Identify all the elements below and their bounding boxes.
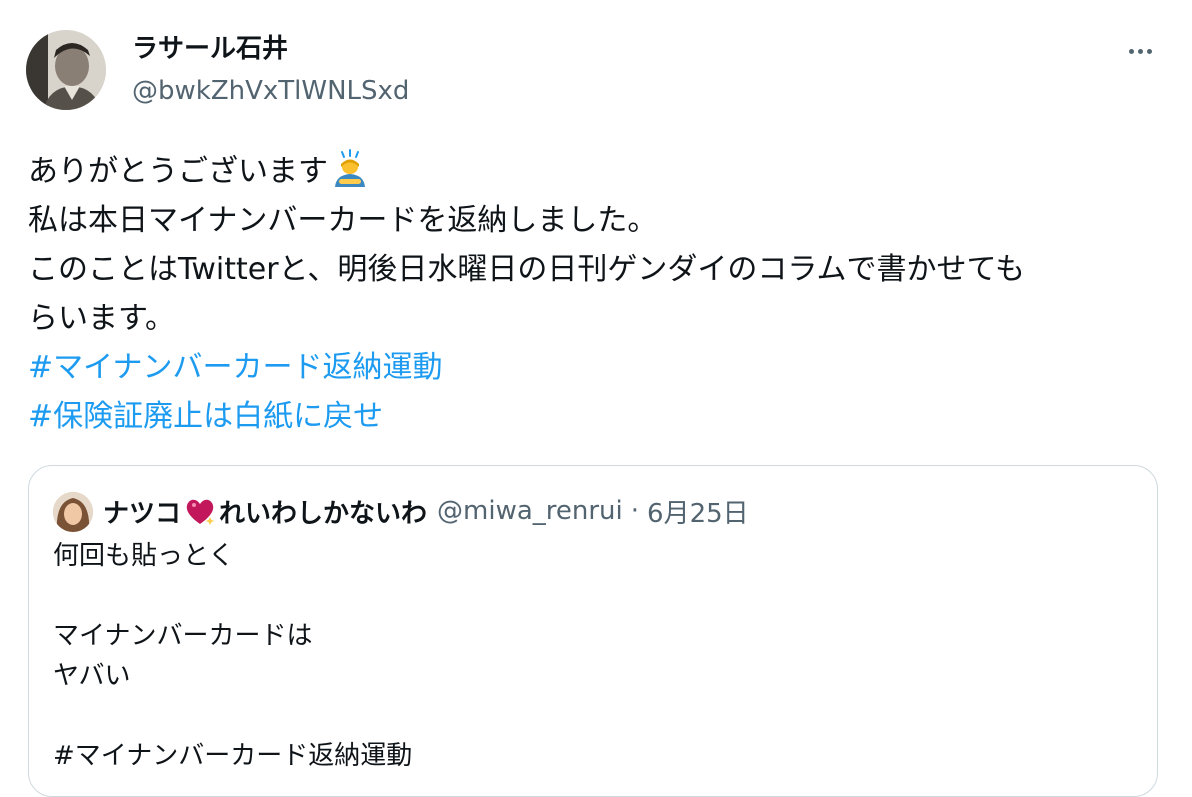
author-name[interactable]: ラサール石井 — [132, 32, 288, 66]
header-separator: · — [630, 496, 640, 526]
bowing-person-emoji-icon — [335, 149, 365, 187]
author-avatar[interactable] — [26, 30, 106, 110]
quoted-author-avatar[interactable] — [53, 492, 93, 532]
tweet-line: このことはTwitterと、明後日水曜日の日刊ゲンダイのコラムで書かせても — [28, 252, 1025, 287]
tweet-line: らいます。 — [28, 301, 175, 336]
tweet: ラサール石井 @bwkZhVxTlWNLSxd ありがとうございます 私は本日マ… — [0, 0, 1192, 797]
quoted-tweet[interactable]: ナツコ れいわしかないわ @miwa_renrui · 6月25日 何回も貼っと… — [28, 465, 1158, 797]
quoted-date[interactable]: 6月25日 — [647, 493, 749, 530]
quoted-header: ナツコ れいわしかないわ @miwa_renrui · 6月25日 — [103, 493, 749, 529]
more-horizontal-icon — [1128, 48, 1134, 54]
quoted-author-name-suffix[interactable]: れいわしかないわ — [219, 493, 427, 530]
more-options-button[interactable] — [1120, 34, 1160, 68]
sparkling-heart-icon — [186, 499, 215, 525]
tweet-line: ありがとうございます — [28, 147, 1168, 196]
author-handle[interactable]: @bwkZhVxTlWNLSxd — [132, 74, 409, 108]
quoted-author-handle[interactable]: @miwa_renrui — [437, 496, 623, 526]
tweet-line: 私は本日マイナンバーカードを返納しました。 — [28, 203, 658, 238]
tweet-text: ありがとうございます 私は本日マイナンバーカードを返納しました。 このことはTw… — [28, 147, 1168, 441]
quoted-line: ヤバい — [53, 661, 131, 691]
hashtag-link[interactable]: #保険証廃止は白紙に戻せ — [28, 392, 1168, 441]
tweet-line-text: ありがとうございます — [28, 154, 328, 189]
quoted-line — [53, 696, 1133, 736]
hashtag-link[interactable]: #マイナンバーカード返納運動 — [28, 343, 1168, 392]
quoted-line — [53, 576, 1133, 616]
quoted-text: 何回も貼っとく マイナンバーカードは ヤバい #マイナンバーカード返納運動 — [53, 536, 1133, 776]
quoted-line: マイナンバーカードは — [53, 621, 313, 651]
more-dot — [1146, 48, 1152, 54]
more-dot — [1137, 48, 1143, 54]
quoted-line: #マイナンバーカード返納運動 — [53, 741, 413, 771]
quoted-line: 何回も貼っとく — [53, 541, 235, 571]
quoted-author-name[interactable]: ナツコ — [103, 493, 181, 530]
